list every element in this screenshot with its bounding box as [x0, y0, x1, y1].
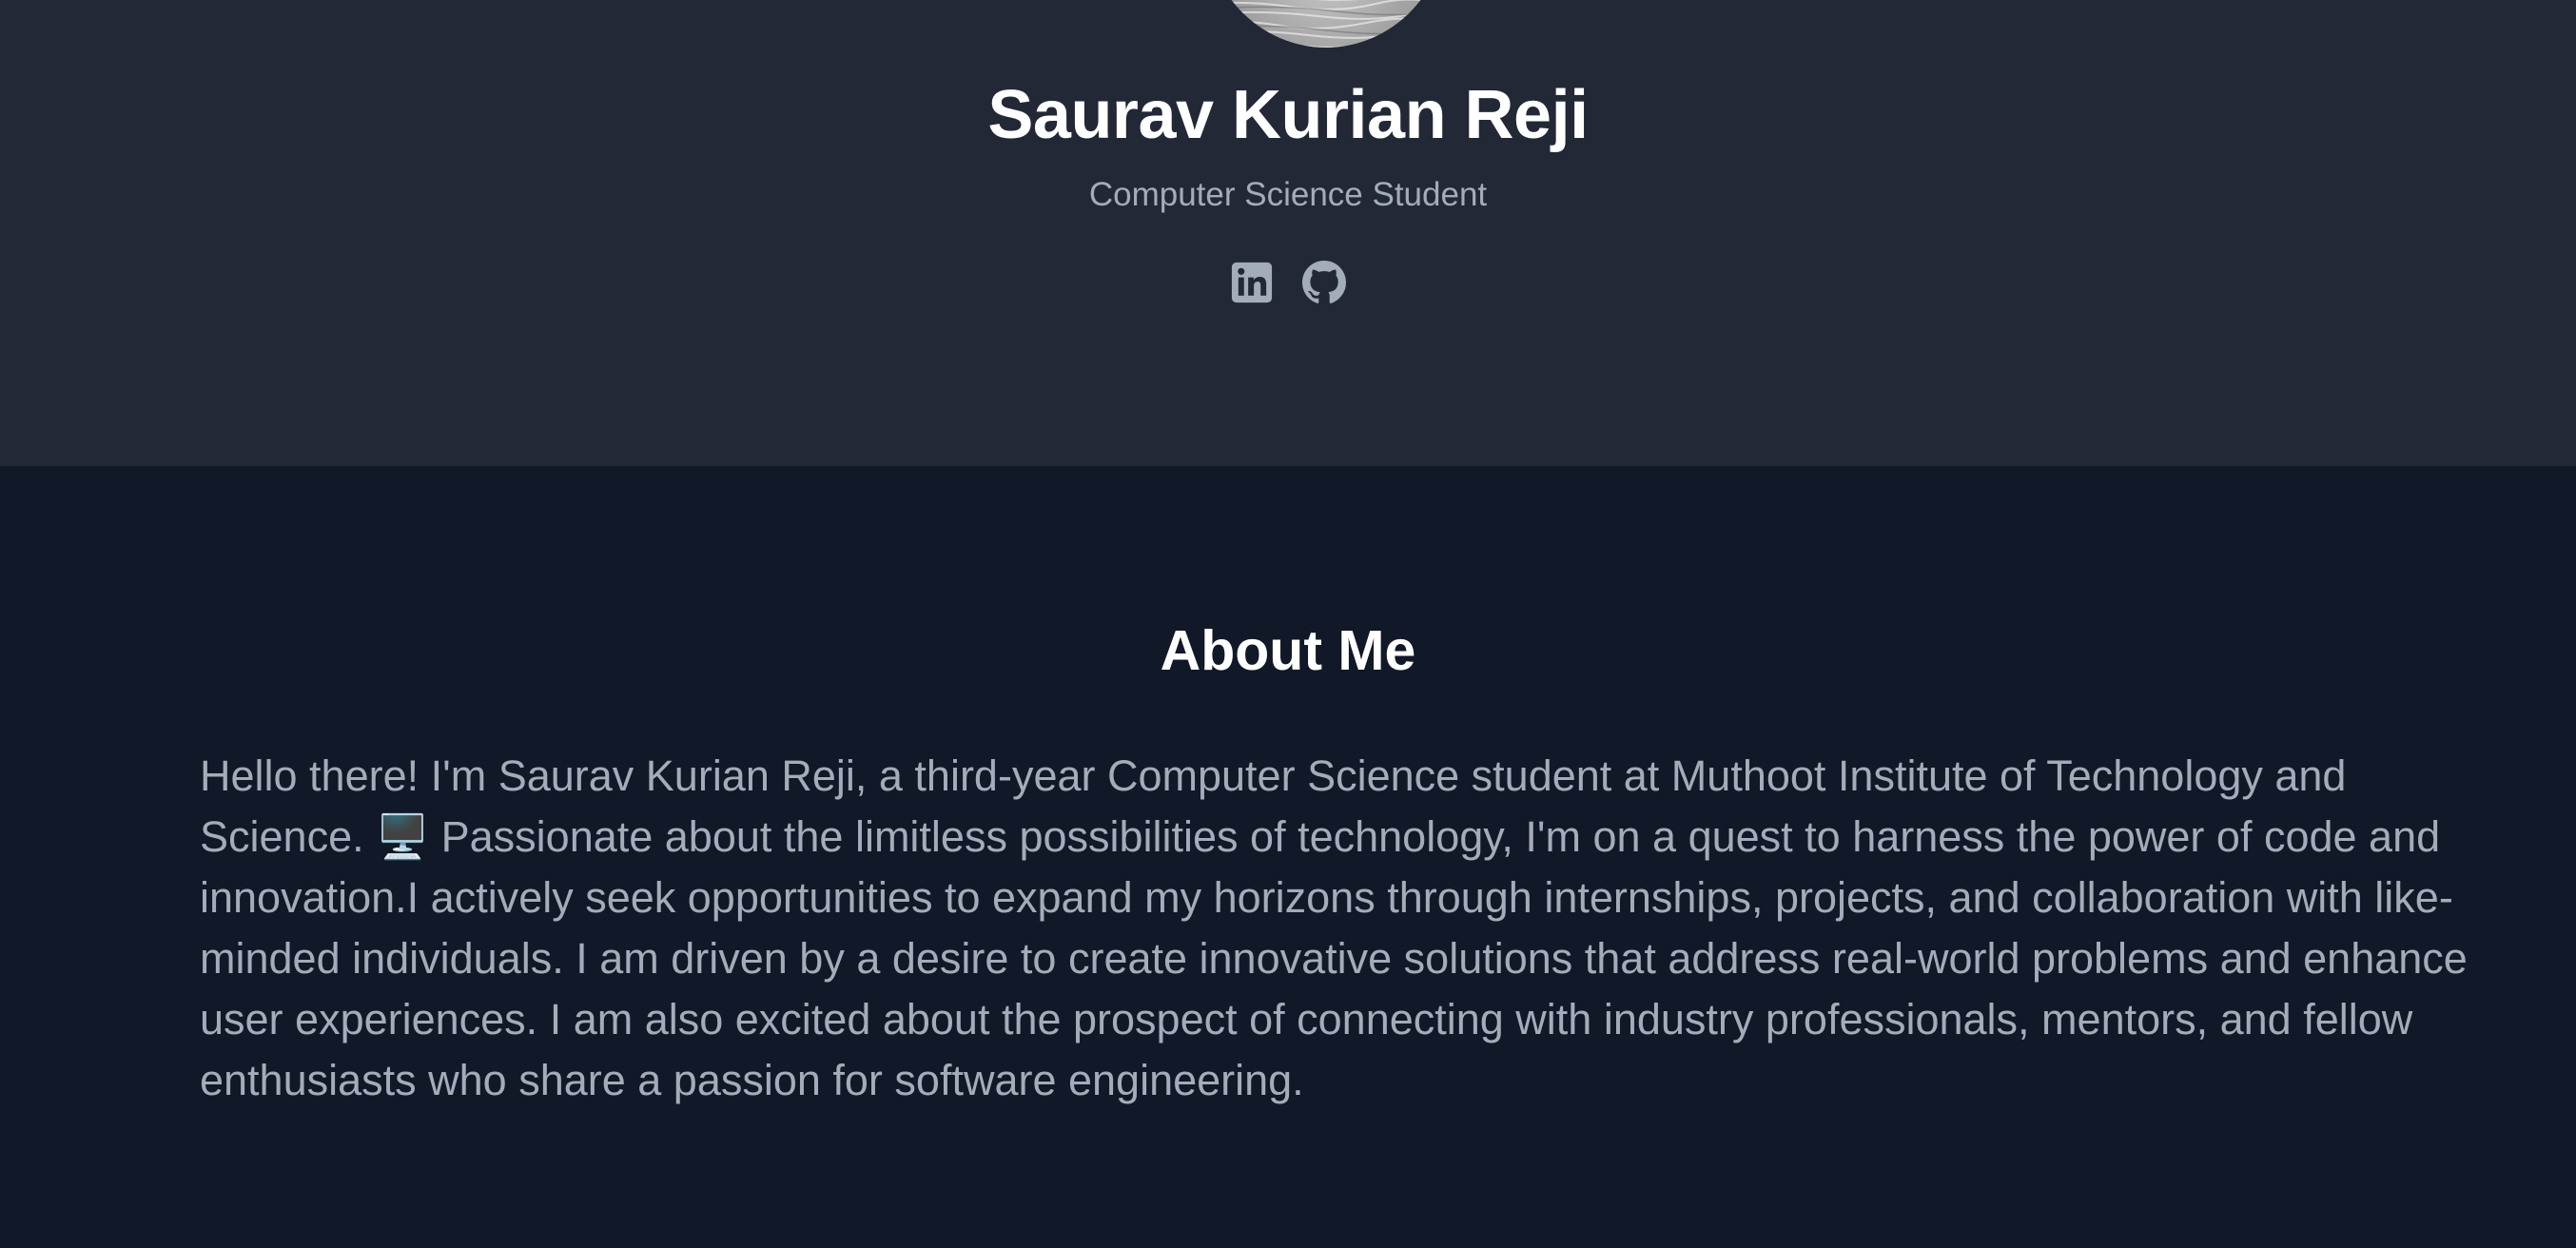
- about-body: Hello there! I'm Saurav Kurian Reji, a t…: [200, 751, 2468, 1104]
- social-links: [0, 261, 2576, 308]
- profile-name: Saurav Kurian Reji: [987, 77, 1589, 153]
- github-link[interactable]: [1302, 261, 1346, 304]
- about-title: About Me: [1160, 619, 1416, 682]
- hero-section: Saurav Kurian Reji Computer Science Stud…: [0, 0, 2576, 466]
- profile-avatar: [1204, 0, 1448, 48]
- linkedin-icon: [1231, 262, 1273, 303]
- profile-subtitle: Computer Science Student: [1088, 176, 1488, 213]
- linkedin-link[interactable]: [1230, 261, 1274, 304]
- github-icon: [1302, 261, 1346, 303]
